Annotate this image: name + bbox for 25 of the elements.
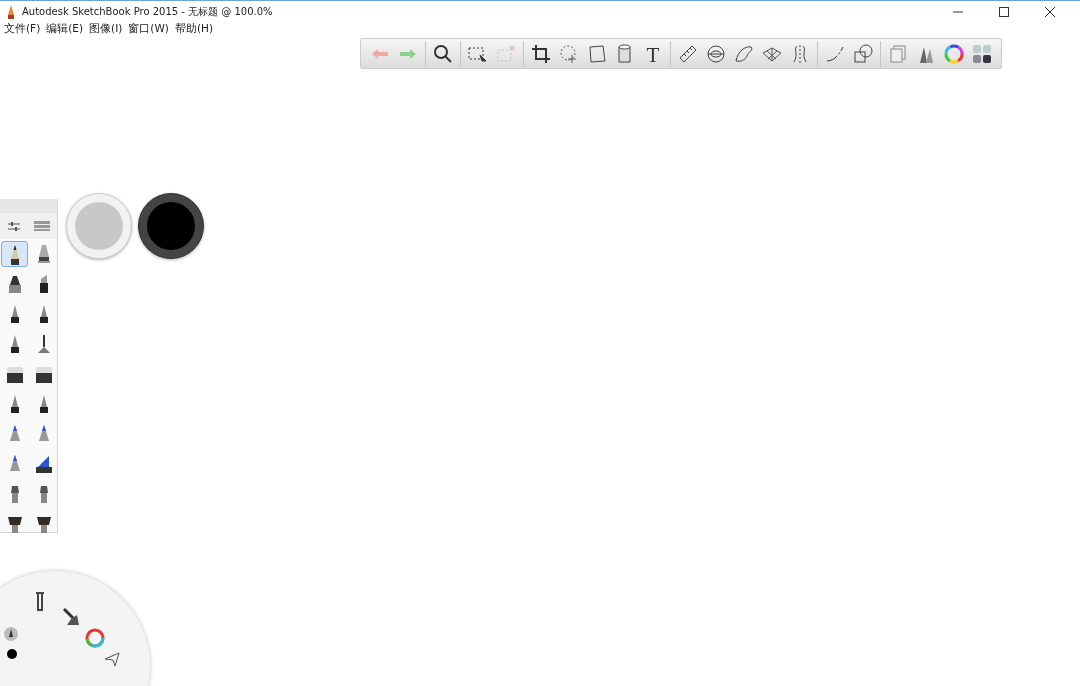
ellipse-icon[interactable] bbox=[705, 42, 727, 65]
crop-icon[interactable] bbox=[530, 42, 552, 65]
color-wheel-icon[interactable] bbox=[943, 42, 965, 65]
brush-preset[interactable] bbox=[1, 241, 28, 267]
zoom-icon[interactable] bbox=[432, 42, 454, 65]
distort-icon[interactable] bbox=[586, 42, 608, 65]
brush-size-icon[interactable] bbox=[4, 627, 18, 641]
menu-item[interactable]: 帮助(H) bbox=[174, 22, 214, 36]
menu-item[interactable]: 窗口(W) bbox=[128, 22, 169, 36]
menu-item[interactable]: 编辑(E) bbox=[46, 22, 84, 36]
maximize-icon[interactable] bbox=[999, 6, 1009, 17]
close-icon[interactable] bbox=[1045, 6, 1055, 17]
opacity-dot-icon[interactable] bbox=[7, 649, 17, 659]
pencil-icon bbox=[6, 4, 16, 19]
menu-item[interactable]: 文件(F) bbox=[4, 22, 41, 36]
arrow-icon[interactable] bbox=[104, 651, 120, 667]
sliders-icon[interactable] bbox=[6, 220, 21, 232]
menu-item[interactable]: 图像(I) bbox=[89, 22, 123, 36]
color-puck[interactable] bbox=[138, 193, 204, 259]
shapes-icon[interactable] bbox=[852, 42, 874, 65]
color-wheel-icon[interactable] bbox=[84, 627, 106, 649]
swatches-icon[interactable] bbox=[971, 42, 993, 65]
window-title: Autodesk SketchBook Pro 2015 - 无标题 @ 100.0% bbox=[22, 4, 273, 19]
drawing-canvas[interactable]: T bbox=[0, 36, 1080, 686]
text-icon[interactable]: T bbox=[642, 42, 664, 65]
